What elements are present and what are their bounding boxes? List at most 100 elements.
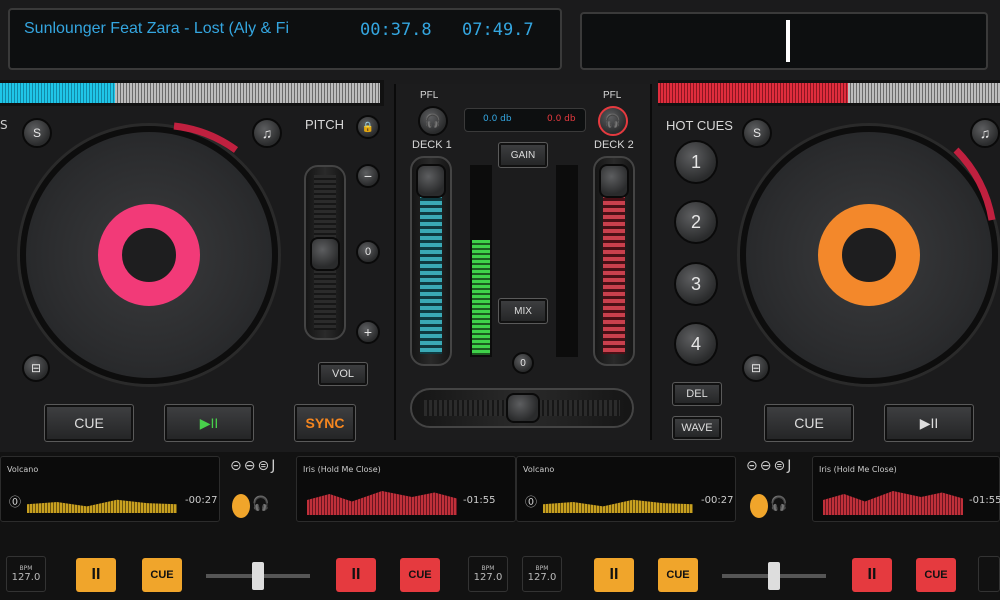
deck-a-pitch-zero-label: 0 xyxy=(364,246,372,258)
bottom-knob-right[interactable] xyxy=(750,494,768,518)
bottom-panel-4[interactable]: Iris (Hold Me Close) -01:55 xyxy=(812,456,1000,522)
deck-a-lock-icon[interactable]: 🔒 xyxy=(356,115,380,139)
gain-button[interactable]: GAIN xyxy=(498,142,548,168)
deck-b-loop-icon[interactable]: ⊟ xyxy=(742,354,770,382)
deck-a-waveform-played xyxy=(0,83,115,103)
deck-b-waveform-unplayed xyxy=(848,83,1000,103)
deck-b-cue-button[interactable]: CUE xyxy=(764,404,854,442)
bottom-panel-4-wave xyxy=(823,491,963,515)
deck-b-position-marker xyxy=(786,20,790,62)
deck-a-track-title: Sunlounger Feat Zara - Lost (Aly & Fi xyxy=(24,20,289,37)
deck-a-vol-label: VOL xyxy=(331,368,354,380)
deck-a-play-button[interactable]: ▶II xyxy=(164,404,254,442)
deck-a-cue-button[interactable]: CUE xyxy=(44,404,134,442)
deck-b-play-button[interactable]: ▶II xyxy=(884,404,974,442)
bpm-display-2: BPM 127.0 xyxy=(468,556,508,592)
pfl-left-headphone-icon[interactable]: 🎧 xyxy=(418,106,448,136)
bpm-display-1: BPM 127.0 xyxy=(6,556,46,592)
deck2-fader-handle[interactable] xyxy=(599,164,629,198)
pause-button-3[interactable]: II xyxy=(594,558,634,592)
cue-button-3[interactable]: CUE xyxy=(658,558,698,592)
bottom-panel-3-wave xyxy=(543,499,693,513)
bottom-panel-3[interactable]: Volcano -00:27 ⓪ xyxy=(516,456,736,522)
bottom-panel-2-track: Iris (Hold Me Close) xyxy=(303,465,381,474)
wave-label: WAVE xyxy=(681,422,713,434)
bottom-icons-right[interactable]: ⊝⊖⊜J xyxy=(746,458,806,478)
deck-a-pitch-plus-label: + xyxy=(363,324,373,340)
cue-button-4[interactable]: CUE xyxy=(916,558,956,592)
deck-a-sync-label: SYNC xyxy=(305,415,345,431)
hot-cue-4[interactable]: 4 xyxy=(674,322,718,366)
pfl-right-label: PFL xyxy=(603,90,622,101)
deck-a-sync-button[interactable]: SYNC xyxy=(294,404,356,442)
bpm-label-2: BPM xyxy=(481,565,495,572)
deck-a-progress-arc xyxy=(173,122,239,153)
deck-b-progress-arc xyxy=(953,147,996,221)
pfl-left-label: PFL xyxy=(420,90,439,101)
hot-cue-3[interactable]: 3 xyxy=(674,262,718,306)
hot-cues-label: HOT CUES xyxy=(666,118,733,133)
mixer-zero-button[interactable]: 0 xyxy=(512,352,534,374)
bottom-slider-1[interactable] xyxy=(206,562,310,590)
db-display: 0.0 db 0.0 db xyxy=(464,108,586,132)
deck-a-vol-button[interactable]: VOL xyxy=(318,362,368,386)
pause-label-3: II xyxy=(609,566,619,583)
mix-button[interactable]: MIX xyxy=(498,298,548,324)
bottom-panel-3-zero-icon: ⓪ xyxy=(525,495,538,509)
deck-a-waveform[interactable] xyxy=(0,80,384,106)
hot-cue-1[interactable]: 1 xyxy=(674,140,718,184)
hot-cue-2[interactable]: 2 xyxy=(674,200,718,244)
bottom-headphone-right-icon[interactable]: 🎧 xyxy=(770,496,787,512)
deck-a-loop-icon[interactable]: ⊟ xyxy=(22,354,50,382)
pause-button-1[interactable]: II xyxy=(76,558,116,592)
wave-button[interactable]: WAVE xyxy=(672,416,722,440)
bottom-headphone-left-icon[interactable]: 🎧 xyxy=(252,496,269,512)
mixer-zero-label: 0 xyxy=(520,357,526,369)
deck1-fader-handle[interactable] xyxy=(416,164,446,198)
deck-a-play-label: ▶II xyxy=(199,414,219,431)
bottom-panel-1[interactable]: Volcano -00:27 ⓪ xyxy=(0,456,220,522)
pause-button-2[interactable]: II xyxy=(336,558,376,592)
bottom-slider-1-handle[interactable] xyxy=(252,562,264,590)
bottom-icons-left[interactable]: ⊝⊖⊜J xyxy=(230,458,290,478)
dj-app: Sunlounger Feat Zara - Lost (Aly & Fi 00… xyxy=(0,0,1000,600)
crossfader-handle[interactable] xyxy=(506,393,540,423)
crossfader[interactable] xyxy=(410,388,634,428)
pause-button-4[interactable]: II xyxy=(852,558,892,592)
deck2-fader-scale xyxy=(603,194,625,354)
cue-button-1[interactable]: CUE xyxy=(142,558,182,592)
deck-b-waveform[interactable] xyxy=(658,80,1000,106)
deck-a-pitch-minus[interactable]: − xyxy=(356,164,380,188)
bottom-slider-2-handle[interactable] xyxy=(768,562,780,590)
deck-a-pitch-handle[interactable] xyxy=(310,237,340,271)
deck1-label: DECK 1 xyxy=(412,139,452,151)
vu-meter-left-level xyxy=(472,240,490,355)
pfl-right-headphone-icon[interactable]: 🎧 xyxy=(598,106,628,136)
vu-meter-left xyxy=(470,165,492,357)
del-button[interactable]: DEL xyxy=(672,382,722,406)
cue-label-2: CUE xyxy=(408,569,432,581)
deck-a-pitch-zero[interactable]: 0 xyxy=(356,240,380,264)
bottom-panel-1-wave xyxy=(27,499,177,513)
deck-a-pitch-plus[interactable]: + xyxy=(356,320,380,344)
deck2-volume-fader[interactable] xyxy=(593,156,635,366)
deck-a-pitch-minus-label: − xyxy=(363,168,373,184)
bottom-panel-1-track: Volcano xyxy=(7,465,39,474)
deck-a-waveform-unplayed xyxy=(115,83,380,103)
deck1-volume-fader[interactable] xyxy=(410,156,452,366)
hot-cue-1-label: 1 xyxy=(690,151,701,172)
deck2-label: DECK 2 xyxy=(594,139,634,151)
bottom-knob-left[interactable] xyxy=(232,494,250,518)
deck-a-elapsed-time: 00:37.8 xyxy=(360,20,432,40)
bottom-slider-2[interactable] xyxy=(722,562,826,590)
bottom-panel-1-time: -00:27 xyxy=(185,495,218,506)
bottom-panel-2[interactable]: Iris (Hold Me Close) -01:55 xyxy=(296,456,516,522)
cue-button-2[interactable]: CUE xyxy=(400,558,440,592)
bottom-panel-1-zero-icon: ⓪ xyxy=(9,495,22,509)
bpm-label-1: BPM xyxy=(19,565,33,572)
bottom-panel-4-track: Iris (Hold Me Close) xyxy=(819,465,897,474)
deck-a-cue-label: CUE xyxy=(74,415,104,431)
bpm-value-3: 127.0 xyxy=(527,572,557,583)
pause-label-1: II xyxy=(91,566,101,583)
deck-a-pitch-slider[interactable] xyxy=(304,165,346,340)
